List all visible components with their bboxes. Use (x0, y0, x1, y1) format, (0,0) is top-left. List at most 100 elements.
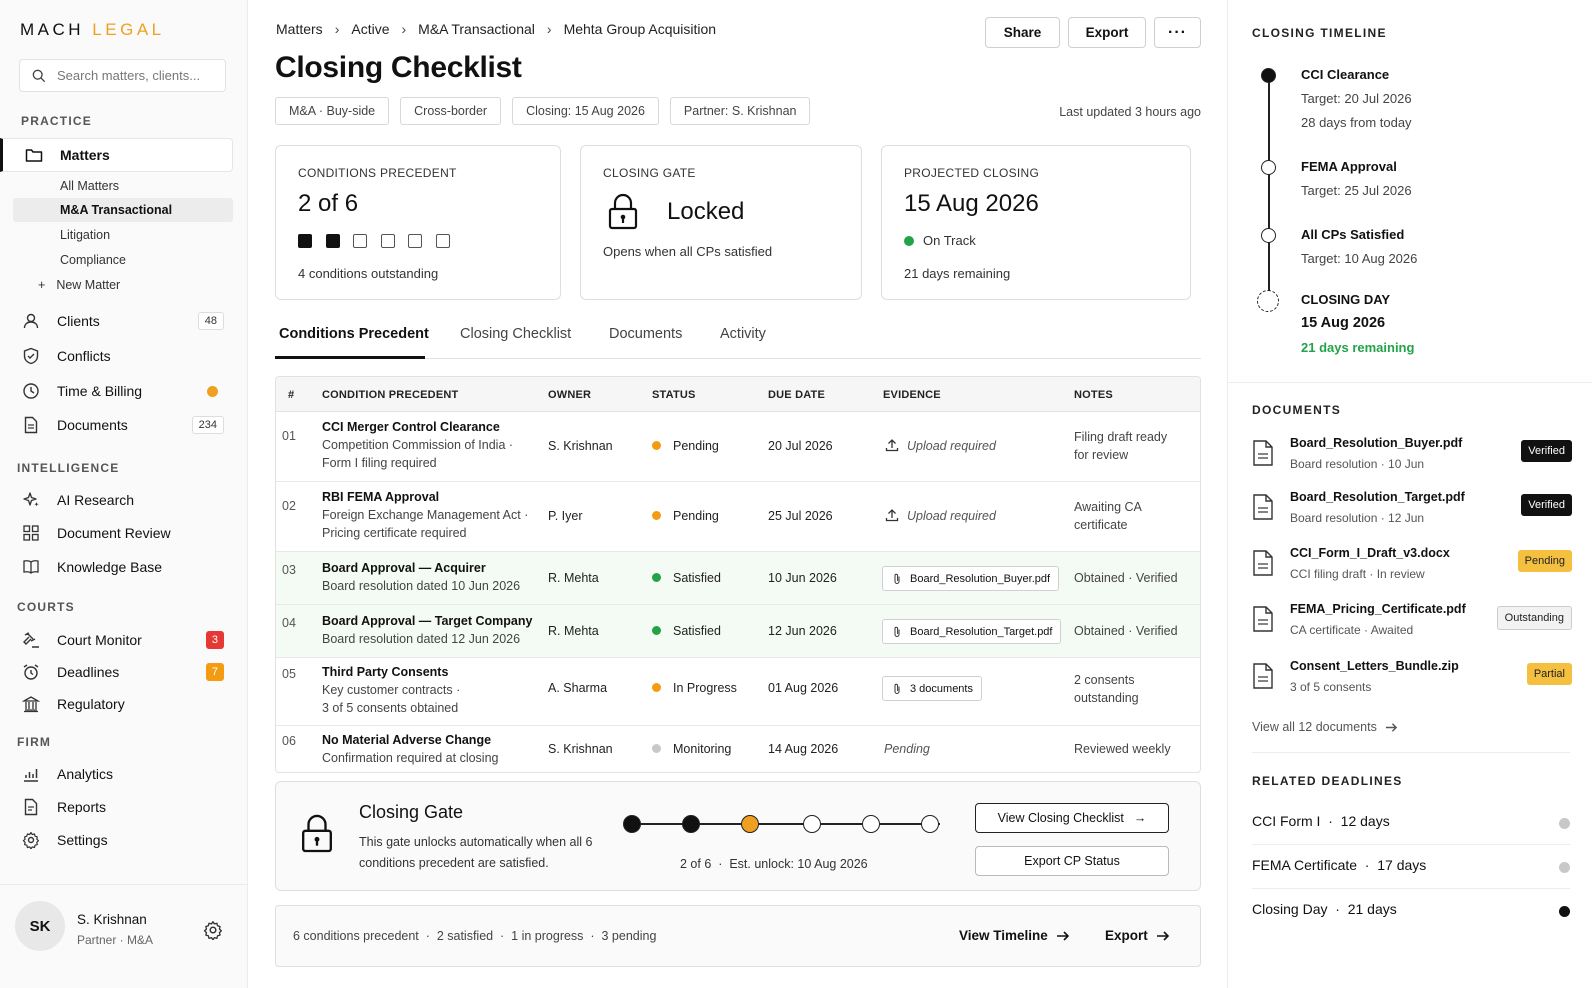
sidebar-item-court-monitor[interactable]: Court Monitor 3 (22, 627, 232, 653)
condition-title: RBI FEMA Approval (322, 490, 440, 504)
tab-documents[interactable]: Documents (609, 326, 682, 342)
table-row[interactable]: 03 Board Approval — Acquirer Board resolu… (276, 552, 1200, 605)
notification-dot (207, 385, 218, 397)
upload-required-link[interactable]: Upload required (885, 507, 996, 525)
table-row[interactable]: 04 Board Approval — Target Company Board … (276, 605, 1200, 658)
col-owner: OWNER (548, 389, 592, 401)
sub-item-ma-transactional[interactable]: M&A Transactional (60, 203, 172, 217)
progress-step-1 (623, 815, 641, 833)
tag-deal-type[interactable]: M&A · Buy-side (275, 97, 390, 125)
evidence-documents-chip[interactable]: 3 documents (882, 676, 982, 701)
sidebar-item-ai-research[interactable]: AI Research (22, 487, 232, 513)
user-profile[interactable]: SK S. Krishnan Partner · M&A (0, 884, 248, 988)
notes: Obtained · Verified (1074, 571, 1178, 585)
sub-item-all-matters[interactable]: All Matters (60, 179, 119, 193)
document-meta: Board resolution · 12 Jun (1290, 511, 1425, 525)
view-all-documents-link[interactable]: View all 12 documents (1252, 720, 1398, 734)
footer-export-link[interactable]: Export (1105, 928, 1170, 943)
deadline-item[interactable]: FEMA Certificate · 17 days (1252, 845, 1570, 889)
tag-partner[interactable]: Partner: S. Krishnan (669, 97, 811, 125)
logo[interactable]: MACH LEGAL (20, 20, 165, 40)
evidence-file-chip[interactable]: Board_Resolution_Buyer.pdf (882, 566, 1060, 591)
evidence-count: 3 documents (910, 682, 973, 695)
timeline-dot-completed (1261, 68, 1276, 83)
evidence-file-chip[interactable]: Board_Resolution_Target.pdf (882, 619, 1062, 644)
evidence-file-name: Board_Resolution_Target.pdf (910, 625, 1053, 638)
document-item[interactable]: Board_Resolution_Buyer.pdf Board resolut… (1252, 436, 1572, 486)
tab-activity[interactable]: Activity (720, 326, 766, 342)
sidebar-item-documents[interactable]: Documents 234 (22, 412, 232, 438)
tab-conditions-precedent[interactable]: Conditions Precedent (279, 326, 429, 342)
sidebar-item-document-review[interactable]: Document Review (22, 520, 232, 546)
document-item[interactable]: Board_Resolution_Target.pdf Board resolu… (1252, 490, 1572, 540)
document-item[interactable]: FEMA_Pricing_Certificate.pdf CA certific… (1252, 602, 1572, 652)
breadcrumb-ma-transactional[interactable]: M&A Transactional (418, 21, 535, 37)
sidebar-item-analytics[interactable]: Analytics (22, 761, 232, 787)
card-label: PROJECTED CLOSING (904, 166, 1040, 180)
gate-description: This gate unlocks automatically when all… (359, 835, 593, 870)
breadcrumb-active[interactable]: Active (351, 21, 389, 37)
breadcrumb-matters[interactable]: Matters (276, 21, 323, 37)
breadcrumb-current[interactable]: Mehta Group Acquisition (564, 21, 717, 37)
closing-gate-card: CLOSING GATE Locked Opens when all CPs s… (580, 145, 862, 300)
gate-title: Closing Gate (359, 802, 464, 822)
table-row[interactable]: 05 Third Party Consents Key customer cont… (276, 658, 1200, 726)
last-updated: Last updated 3 hours ago (1059, 105, 1201, 119)
file-icon (1253, 440, 1273, 466)
sidebar-item-time-billing[interactable]: Time & Billing (22, 378, 232, 404)
logo-part-2: LEGAL (92, 20, 165, 39)
table-row[interactable]: 02 RBI FEMA Approval Foreign Exchange Man… (276, 482, 1200, 552)
user-settings-gear-icon[interactable] (203, 920, 223, 940)
view-closing-checklist-button[interactable]: View Closing Checklist → (975, 803, 1169, 833)
gear-icon (22, 830, 44, 850)
notes-line: for review (1074, 448, 1129, 462)
table-row[interactable]: 06 No Material Adverse Change Confirmatio… (276, 726, 1200, 772)
notes: 2 consents outstanding (1074, 671, 1139, 707)
clock-icon (22, 381, 44, 401)
more-options-button[interactable]: ··· (1154, 17, 1201, 48)
tab-closing-checklist[interactable]: Closing Checklist (460, 326, 571, 342)
progress-step-5 (862, 815, 880, 833)
new-matter-link[interactable]: + New Matter (38, 278, 120, 292)
view-timeline-link[interactable]: View Timeline (959, 928, 1070, 943)
upload-required-link[interactable]: Upload required (885, 437, 996, 455)
sidebar-item-conflicts[interactable]: Conflicts (22, 343, 232, 369)
sidebar-item-clients[interactable]: Clients 48 (22, 308, 232, 334)
search-box (19, 59, 226, 92)
deadline-item[interactable]: CCI Form I · 12 days (1252, 801, 1570, 845)
sub-item-litigation[interactable]: Litigation (60, 228, 110, 242)
status-text: In Progress (673, 681, 737, 695)
sidebar-item-label: Knowledge Base (57, 559, 163, 575)
sidebar-item-settings[interactable]: Settings (22, 827, 232, 853)
paperclip-icon (894, 626, 900, 637)
timeline-item-target: Target: 25 Jul 2026 (1301, 183, 1412, 198)
progress-step-4 (803, 815, 821, 833)
documents-label: DOCUMENTS (1252, 403, 1342, 417)
closing-day-date: 15 Aug 2026 (1301, 315, 1386, 331)
sidebar-item-knowledge-base[interactable]: Knowledge Base (22, 554, 232, 580)
search-input[interactable] (57, 68, 222, 83)
sidebar-item-matters[interactable]: Matters (0, 138, 233, 172)
share-button[interactable]: Share (985, 17, 1060, 48)
sidebar-item-reports[interactable]: Reports (22, 794, 232, 820)
deadline-text: CCI Form I · 12 days (1252, 813, 1390, 829)
deadline-item[interactable]: Closing Day · 21 days (1252, 889, 1570, 933)
page-title: Closing Checklist (275, 51, 522, 84)
timeline-dot (1261, 228, 1276, 243)
document-name: Board_Resolution_Buyer.pdf (1290, 436, 1463, 450)
table-row[interactable]: 01 CCI Merger Control Clearance Competiti… (276, 412, 1200, 482)
tag-cross-border[interactable]: Cross-border (400, 97, 502, 125)
sidebar-item-deadlines[interactable]: Deadlines 7 (22, 659, 232, 685)
section-firm: FIRM (17, 735, 52, 749)
sidebar-item-regulatory[interactable]: Regulatory (22, 691, 232, 717)
document-item[interactable]: CCI_Form_I_Draft_v3.docx CCI filing draf… (1252, 546, 1572, 596)
document-item[interactable]: Consent_Letters_Bundle.zip 3 of 5 consen… (1252, 659, 1572, 709)
document-name: FEMA_Pricing_Certificate.pdf (1290, 602, 1466, 616)
cp-square-satisfied (298, 234, 312, 248)
projected-closing-date: 15 Aug 2026 (904, 190, 1039, 217)
sub-item-compliance[interactable]: Compliance (60, 253, 126, 267)
breadcrumb-separator: › (546, 21, 552, 37)
tag-closing-date[interactable]: Closing: 15 Aug 2026 (512, 97, 659, 125)
export-cp-status-button[interactable]: Export CP Status (975, 846, 1169, 876)
export-button[interactable]: Export (1068, 17, 1146, 48)
